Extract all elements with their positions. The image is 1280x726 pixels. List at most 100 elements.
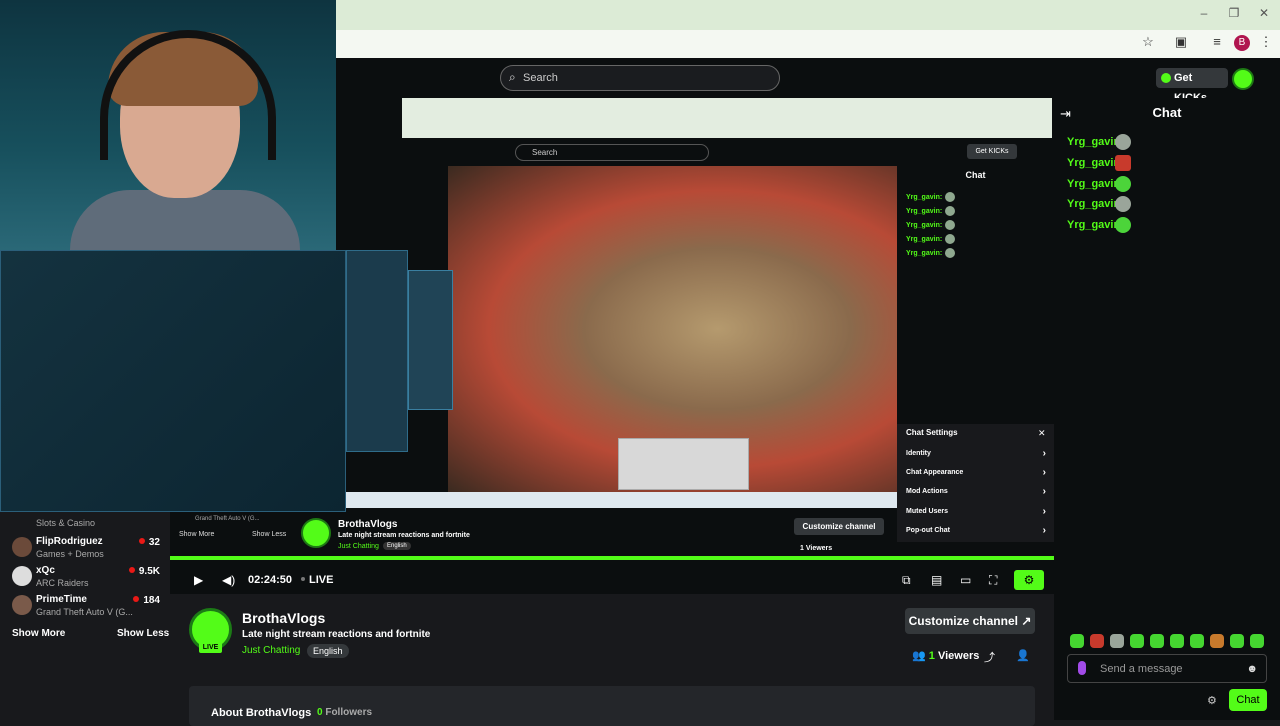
nested-browser-chrome — [402, 98, 1052, 138]
viewer-count: 32 — [139, 537, 160, 548]
minimize-icon[interactable]: – — [1195, 6, 1213, 22]
media-control-icon[interactable]: ≡ — [1208, 34, 1226, 52]
avatar — [12, 595, 32, 615]
webcam-shirt — [70, 190, 300, 250]
microphone-icon[interactable] — [1078, 661, 1086, 675]
chat-message[interactable]: Yrg_gavin: — [1067, 176, 1131, 194]
play-icon[interactable]: ▶ — [194, 573, 203, 587]
nested-chat-settings — [897, 424, 1054, 542]
external-link-icon: ↗ — [1021, 614, 1032, 628]
viewer-count: 184 — [133, 595, 160, 606]
about-section — [189, 686, 1035, 726]
sidebar-item-name: PrimeTime — [36, 594, 87, 605]
emote-icon — [1115, 176, 1131, 192]
emote-icon[interactable] — [1170, 634, 1184, 648]
nested-stream-title: Late night stream reactions and fortnite — [338, 532, 470, 539]
emote-icon[interactable] — [1090, 634, 1104, 648]
cast-icon[interactable]: ▣ — [1172, 34, 1190, 52]
nested-viewers: 1 Viewers — [800, 545, 833, 552]
overlay-panel — [346, 250, 408, 452]
search-input[interactable]: ⌕ Search — [500, 65, 780, 91]
send-chat-button[interactable]: Chat — [1229, 689, 1267, 711]
nested-channel-avatar — [301, 518, 331, 548]
nested-window-thumbnail — [618, 438, 749, 490]
chat-input-placeholder: Send a message — [1100, 663, 1183, 675]
emote-icon[interactable] — [1210, 634, 1224, 648]
chat-message-input[interactable]: Send a message ☻ — [1067, 654, 1267, 683]
emote-icon[interactable] — [1150, 634, 1164, 648]
close-window-icon[interactable]: ✕ — [1255, 6, 1273, 22]
emote-icon — [1115, 196, 1131, 212]
pip-icon[interactable]: ⧉ — [902, 573, 911, 588]
follow-icon[interactable]: 👤 — [1016, 649, 1030, 662]
chat-message[interactable]: Yrg_gavin: — [1067, 196, 1131, 214]
fullscreen-icon[interactable]: ⛶ — [989, 573, 997, 588]
site-header — [336, 58, 1280, 98]
nested-chat-title: Chat — [965, 170, 986, 180]
emote-icon[interactable] — [1070, 634, 1084, 648]
kebab-menu-icon[interactable]: ⋮ — [1257, 34, 1275, 52]
emote-icon[interactable] — [1130, 634, 1144, 648]
about-title: About BrothaVlogs — [211, 707, 312, 719]
nested-category: Just Chatting — [338, 543, 379, 550]
sidebar-item-name: FlipRodriguez — [36, 536, 103, 547]
avatar — [12, 566, 32, 586]
chat-settings-gear-icon[interactable]: ⚙ — [1207, 694, 1217, 707]
show-more-button[interactable]: Show More — [12, 628, 65, 639]
get-kicks-button[interactable]: Get KICKs — [1156, 68, 1228, 104]
restore-icon[interactable]: ❐ — [1225, 6, 1243, 22]
clip-icon[interactable]: ▤ — [931, 573, 942, 587]
time-display: 02:24:50 — [248, 574, 293, 586]
sidebar-item-category: Games + Demos — [36, 549, 104, 559]
nested-sidebar-category: Grand Theft Auto V (G... — [195, 516, 260, 522]
chat-message[interactable]: Yrg_gavin: — [1067, 217, 1131, 235]
sidebar-item-primetime[interactable]: PrimeTime Grand Theft Auto V (G... 184 — [8, 592, 168, 620]
overlay-panel — [0, 250, 346, 512]
user-avatar[interactable] — [1232, 68, 1254, 90]
emote-icon[interactable] — [1190, 634, 1204, 648]
sidebar-item-xqc[interactable]: xQc ARC Raiders 9.5K — [8, 563, 168, 591]
volume-icon[interactable]: ◀) — [222, 573, 235, 587]
share-icon[interactable]: ⤴ — [984, 649, 995, 665]
chat-settings-title: Chat Settings — [906, 428, 958, 437]
chat-message[interactable]: Yrg_gavin: — [1067, 134, 1131, 152]
nested-chat-line: Yrg_gavin: — [906, 234, 955, 244]
quick-emote-bar — [1068, 634, 1268, 650]
bookmark-star-icon[interactable]: ☆ — [1139, 34, 1157, 52]
followers-count: 0 Followers — [317, 707, 372, 718]
channel-name[interactable]: BrothaVlogs — [242, 610, 325, 626]
emote-icon — [1115, 134, 1131, 150]
viewers-icon: 👥 — [912, 650, 926, 662]
emote-icon[interactable] — [1110, 634, 1124, 648]
settings-gear-button[interactable]: ⚙ — [1014, 570, 1044, 590]
emote-icon — [1115, 217, 1131, 233]
nested-chat-line: Yrg_gavin: — [906, 206, 955, 216]
category-link[interactable]: Just Chatting — [242, 645, 300, 656]
sidebar-item-fliprodriguez[interactable]: FlipRodriguez Games + Demos 32 — [8, 534, 168, 562]
emoji-icon[interactable]: ☻ — [1246, 663, 1258, 675]
show-less-button[interactable]: Show Less — [117, 628, 169, 639]
language-tag[interactable]: English — [307, 644, 349, 658]
sidebar-item-category: Grand Theft Auto V (G... — [36, 607, 133, 617]
viewer-count: 9.5K — [129, 566, 160, 577]
nested-customize: Customize channel — [794, 518, 884, 535]
viewer-label: Viewers — [937, 650, 980, 662]
search-placeholder: Search — [523, 72, 558, 84]
theater-mode-icon[interactable]: ▭ — [960, 573, 971, 587]
customize-channel-button[interactable]: Customize channel ↗ — [905, 608, 1035, 634]
avatar — [12, 537, 32, 557]
search-icon: ⌕ — [509, 70, 516, 84]
emote-icon[interactable] — [1230, 634, 1244, 648]
profile-avatar[interactable]: B — [1234, 35, 1250, 51]
viewer-count: 👥 1 Viewers — [912, 649, 979, 662]
emote-icon[interactable] — [1250, 634, 1264, 648]
sidebar-item-category: ARC Raiders — [36, 578, 89, 588]
chat-message[interactable]: Yrg_gavin: — [1067, 155, 1131, 173]
nested-chat-line: Yrg_gavin: — [906, 220, 955, 230]
nested-show-more: Show More — [179, 531, 215, 538]
nested-taskbar — [346, 492, 897, 508]
sidebar-item-name: xQc — [36, 565, 55, 576]
browser-tab-bar — [336, 0, 1280, 30]
emote-icon — [1115, 155, 1131, 171]
live-indicator: LIVE — [301, 574, 333, 586]
